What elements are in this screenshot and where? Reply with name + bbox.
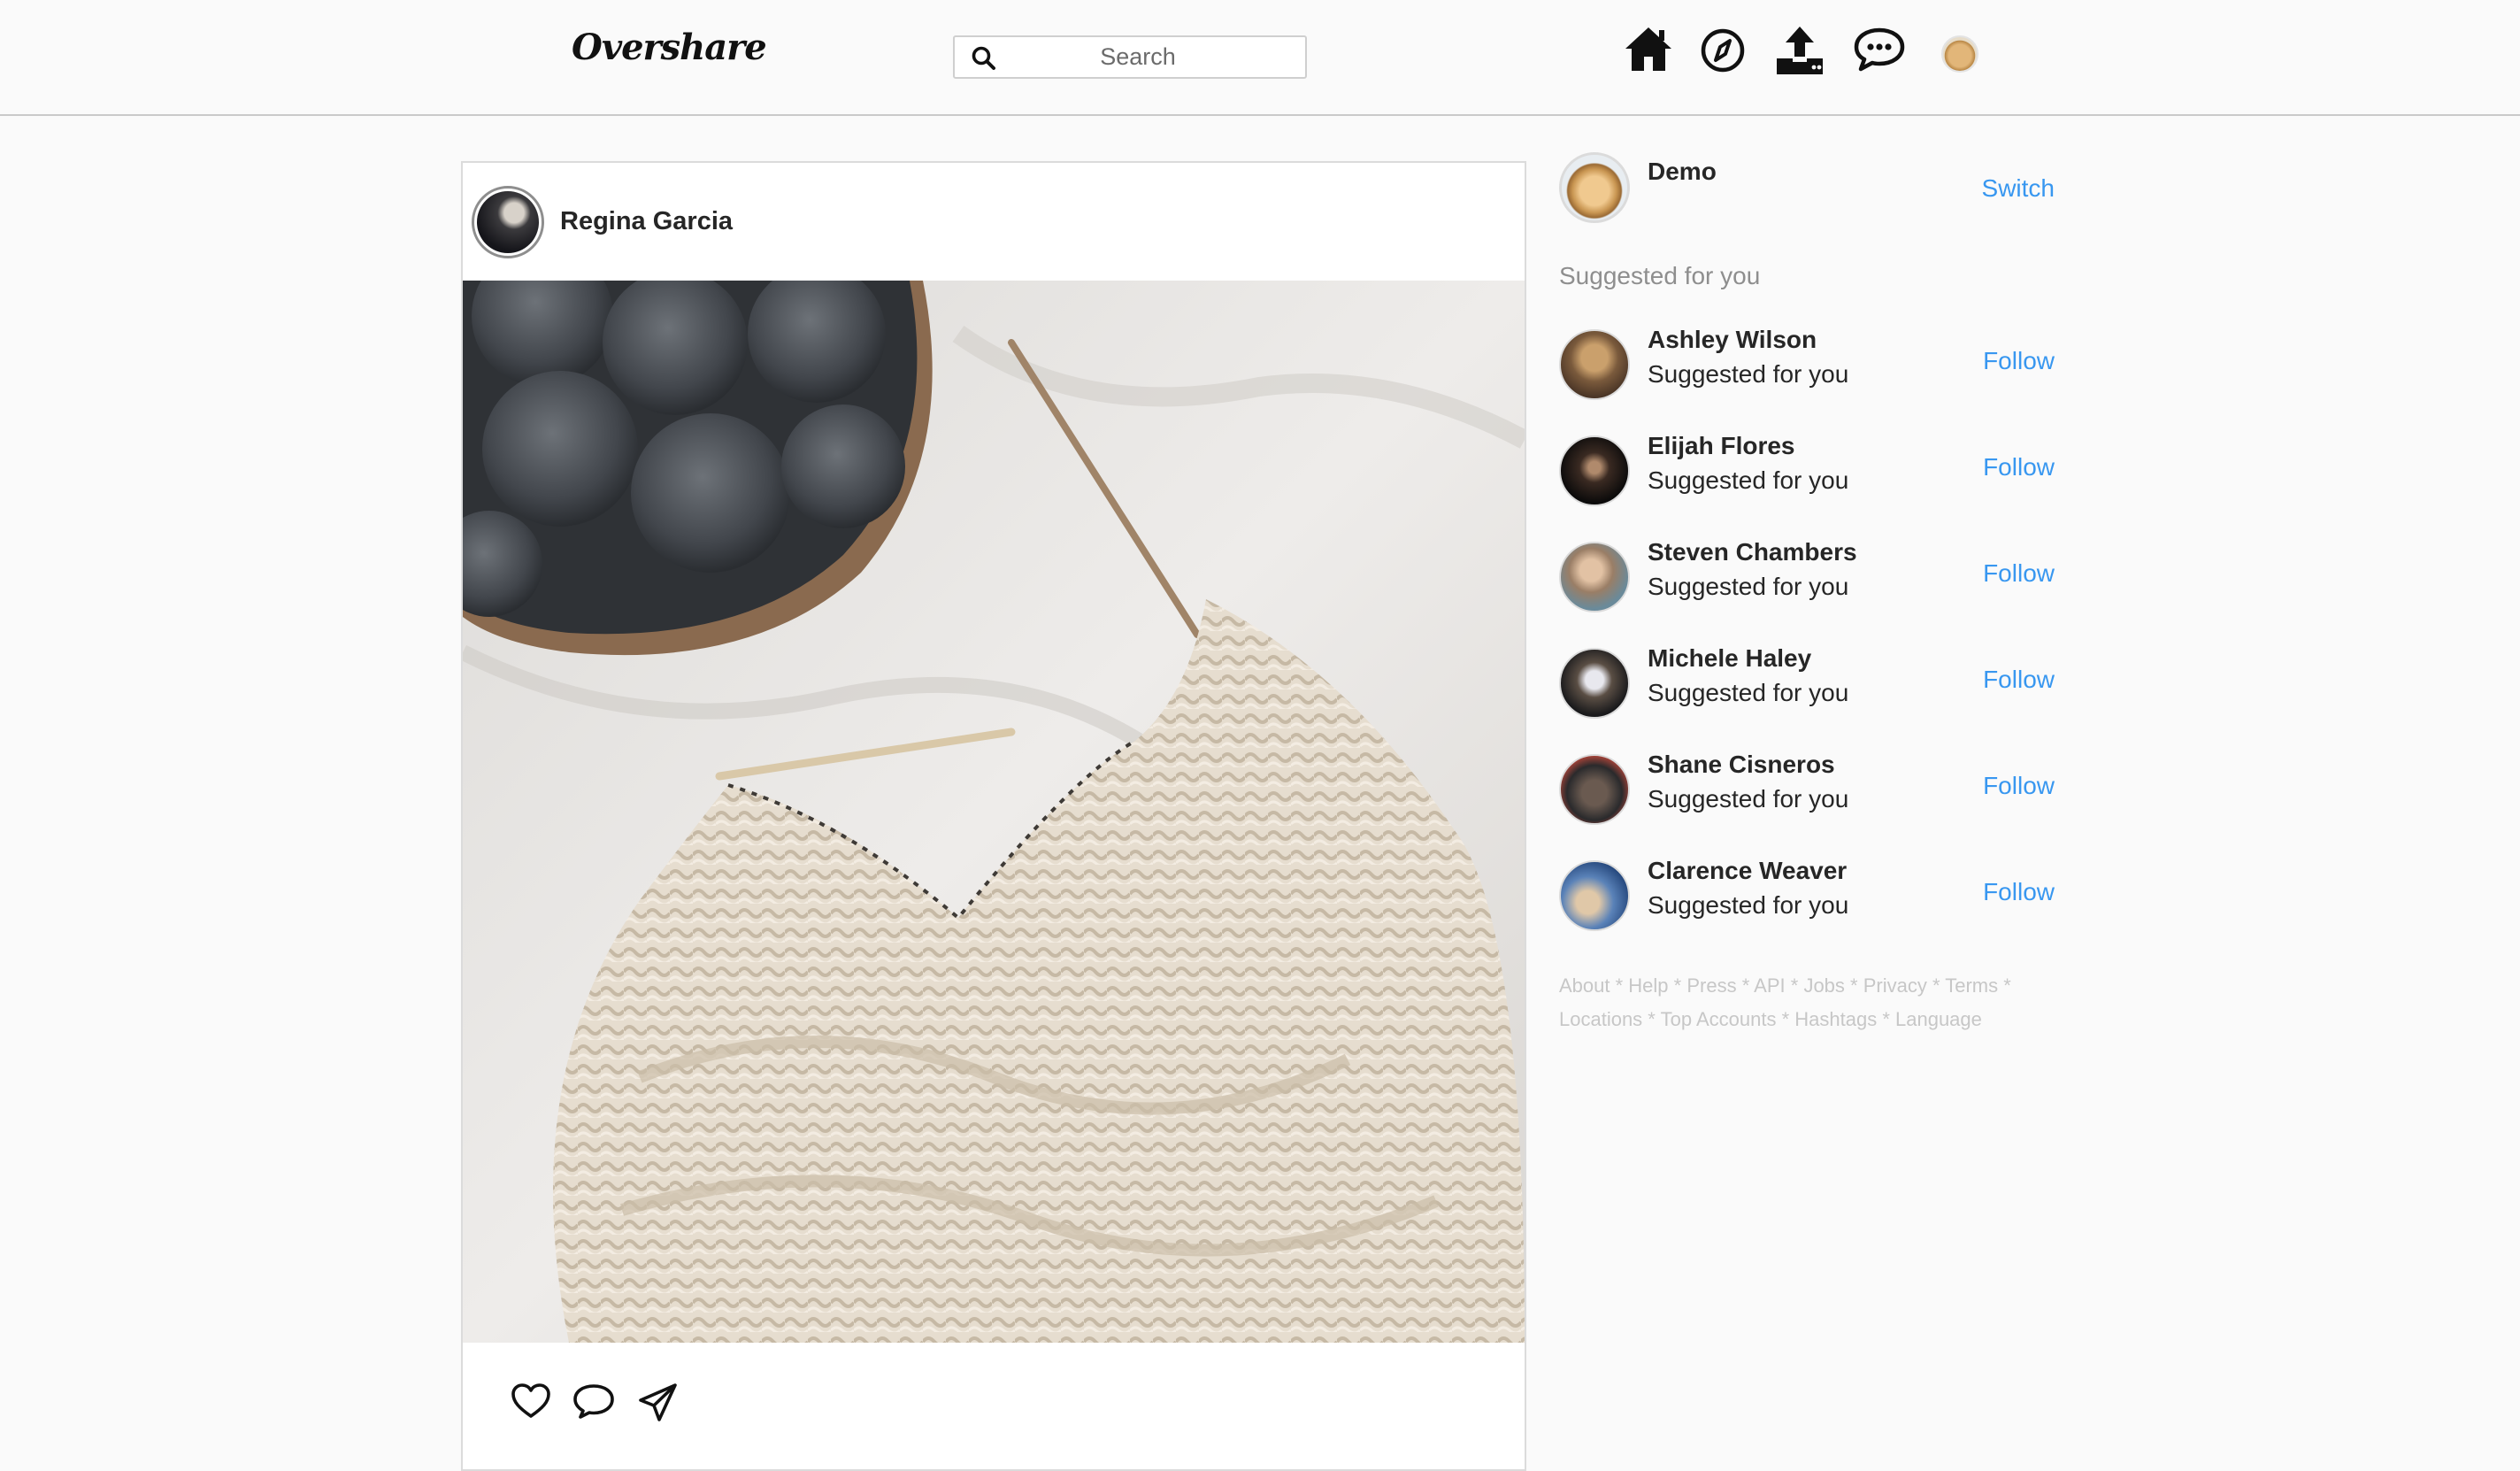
footer-link-about[interactable]: About [1559, 974, 1610, 997]
suggestion-subtitle: Suggested for you [1648, 891, 1849, 919]
suggestion-name[interactable]: Michele Haley [1648, 644, 1811, 673]
footer-link-help[interactable]: Help [1628, 974, 1668, 997]
suggestions-list: Ashley Wilson Suggested for you Follow E… [1559, 326, 2055, 963]
footer-link-locations[interactable]: Locations [1559, 1008, 1642, 1030]
post-image[interactable] [463, 281, 1525, 1343]
suggestion-avatar[interactable] [1559, 648, 1630, 719]
post-header: Regina Garcia [463, 163, 1525, 281]
post-author-avatar[interactable] [472, 186, 544, 258]
footer-link-top-accounts[interactable]: Top Accounts [1661, 1008, 1777, 1030]
suggestion-item: Ashley Wilson Suggested for you Follow [1559, 326, 2055, 432]
suggestions-heading: Suggested for you [1559, 262, 1761, 289]
comment-bubble-icon[interactable] [572, 1382, 615, 1420]
footer-link-language[interactable]: Language [1895, 1008, 1982, 1030]
suggestion-subtitle: Suggested for you [1648, 679, 1849, 706]
search-box[interactable] [953, 35, 1307, 79]
footer-link-privacy[interactable]: Privacy [1863, 974, 1927, 997]
explore-compass-icon[interactable] [1699, 25, 1747, 74]
footer-links: About * Help * Press * API * Jobs * Priv… [1559, 974, 2011, 1030]
suggestion-name[interactable]: Elijah Flores [1648, 432, 1795, 460]
suggestion-name[interactable]: Ashley Wilson [1648, 326, 1817, 354]
follow-button[interactable]: Follow [1983, 453, 2055, 481]
suggestion-subtitle: Suggested for you [1648, 573, 1849, 600]
footer-link-api[interactable]: API [1754, 974, 1785, 997]
home-icon[interactable] [1623, 25, 1674, 74]
follow-button[interactable]: Follow [1983, 559, 2055, 588]
suggestion-avatar[interactable] [1559, 754, 1630, 825]
suggestion-subtitle: Suggested for you [1648, 360, 1849, 388]
follow-button[interactable]: Follow [1983, 772, 2055, 800]
footer-link-press[interactable]: Press [1686, 974, 1736, 997]
share-paper-plane-icon[interactable] [638, 1382, 679, 1423]
footer-link-terms[interactable]: Terms [1945, 974, 1998, 997]
suggestion-item: Elijah Flores Suggested for you Follow [1559, 432, 2055, 538]
suggestion-subtitle: Suggested for you [1648, 785, 1849, 813]
app-logo[interactable]: Overshare [572, 27, 767, 68]
switch-account-link[interactable]: Switch [1982, 174, 2055, 203]
suggestion-name[interactable]: Clarence Weaver [1648, 857, 1847, 885]
suggestion-item: Steven Chambers Suggested for you Follow [1559, 538, 2055, 644]
upload-icon[interactable] [1775, 25, 1825, 76]
like-heart-icon[interactable] [511, 1382, 551, 1420]
suggestion-name[interactable]: Shane Cisneros [1648, 751, 1835, 779]
footer-link-hashtags[interactable]: Hashtags [1794, 1008, 1877, 1030]
follow-button[interactable]: Follow [1983, 878, 2055, 906]
footer-link-jobs[interactable]: Jobs [1803, 974, 1844, 997]
suggestion-avatar[interactable] [1559, 542, 1630, 612]
knitting-photo [463, 281, 1525, 1343]
suggestion-avatar[interactable] [1559, 435, 1630, 506]
profile-avatar[interactable] [1941, 35, 1978, 73]
current-user-avatar[interactable] [1559, 152, 1630, 223]
suggestion-item: Michele Haley Suggested for you Follow [1559, 644, 2055, 751]
suggestion-item: Shane Cisneros Suggested for you Follow [1559, 751, 2055, 857]
top-navigation-bar: Overshare [0, 0, 2520, 116]
suggestion-subtitle: Suggested for you [1648, 466, 1849, 494]
search-input[interactable] [955, 37, 1305, 77]
suggestion-name[interactable]: Steven Chambers [1648, 538, 1857, 566]
suggestion-avatar[interactable] [1559, 329, 1630, 400]
suggestion-avatar[interactable] [1559, 860, 1630, 931]
current-user-name[interactable]: Demo [1648, 158, 1717, 186]
follow-button[interactable]: Follow [1983, 347, 2055, 375]
messages-icon[interactable] [1853, 25, 1906, 74]
post-card: Regina Garcia [461, 161, 1526, 1471]
suggestion-item: Clarence Weaver Suggested for you Follow [1559, 857, 2055, 963]
follow-button[interactable]: Follow [1983, 666, 2055, 694]
post-author-name[interactable]: Regina Garcia [560, 207, 733, 236]
